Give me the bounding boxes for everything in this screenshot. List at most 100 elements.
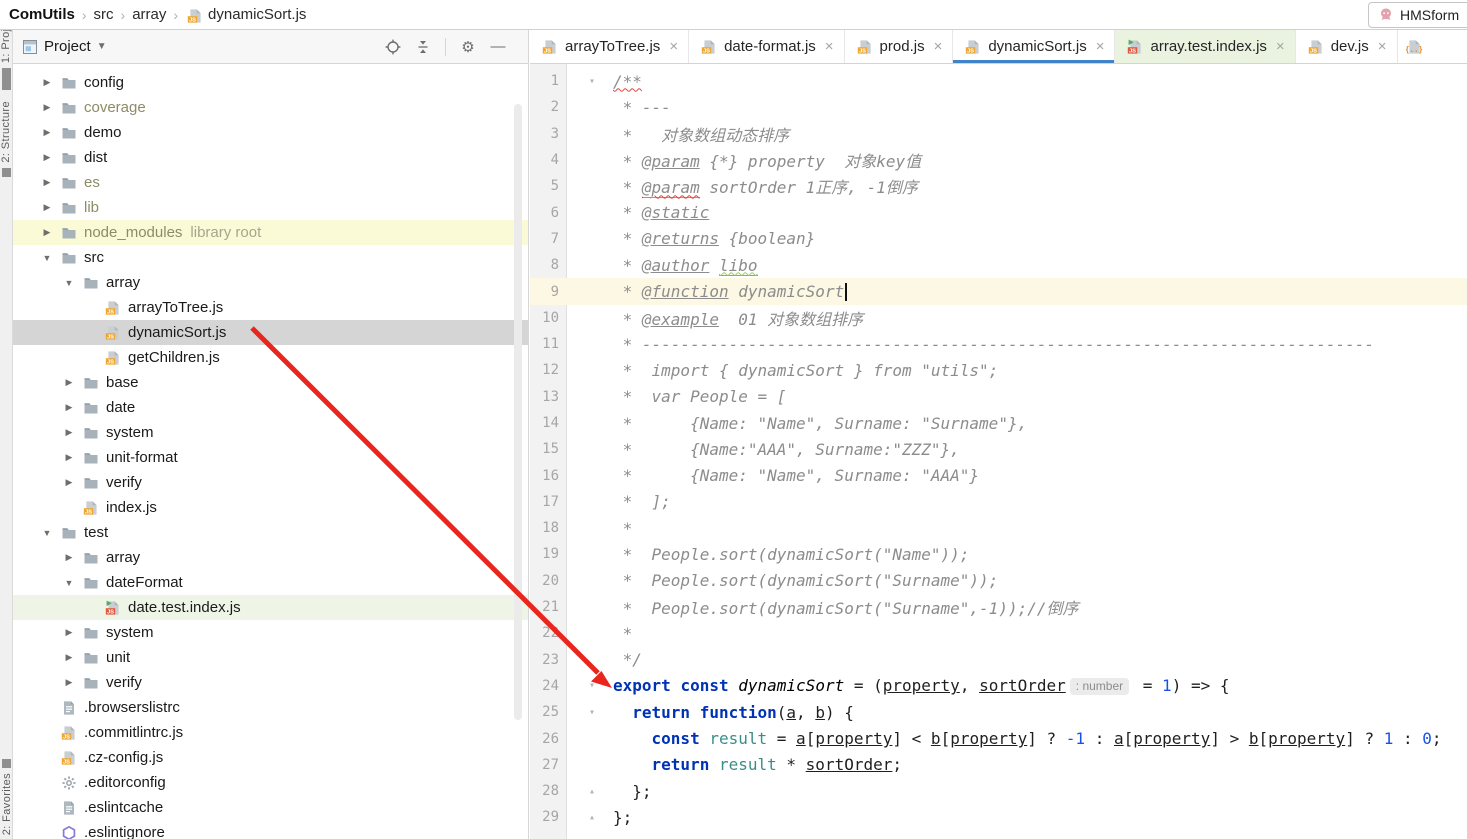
tree-item-config[interactable]: ▶config	[13, 70, 529, 95]
tree-item-.cz-config.js[interactable]: JS.cz-config.js	[13, 745, 529, 770]
tree-item-.commitlintrc.js[interactable]: JS.commitlintrc.js	[13, 720, 529, 745]
tree-item-test[interactable]: ▼test	[13, 520, 529, 545]
chevron-collapsed-icon[interactable]: ▶	[61, 402, 77, 413]
code-line-5[interactable]: 5 * @param sortOrder 1正序, -1倒序	[530, 173, 1467, 199]
chevron-collapsed-icon[interactable]: ▶	[61, 427, 77, 438]
code-line-17[interactable]: 17 * ];	[530, 489, 1467, 515]
tree-item-index.js[interactable]: JSindex.js	[13, 495, 529, 520]
code-line-27[interactable]: 27 return result * sortOrder;	[530, 752, 1467, 778]
tree-item-coverage[interactable]: ▶coverage	[13, 95, 529, 120]
code-line-26[interactable]: 26 const result = a[property] < b[proper…	[530, 725, 1467, 751]
code-line-25[interactable]: 25▾ return function(a, b) {	[530, 699, 1467, 725]
tree-item-date[interactable]: ▶date	[13, 395, 529, 420]
chevron-collapsed-icon[interactable]: ▶	[39, 227, 55, 238]
tab-partial[interactable]: {..}	[1398, 30, 1424, 63]
code-line-22[interactable]: 22 *	[530, 620, 1467, 646]
hide-panel-icon[interactable]: —	[490, 39, 506, 55]
tree-item-array[interactable]: ▼array	[13, 270, 529, 295]
close-tab-icon[interactable]: ×	[1096, 38, 1105, 55]
breadcrumb-array[interactable]: array	[132, 6, 166, 23]
tree-item-unit[interactable]: ▶unit	[13, 645, 529, 670]
chevron-expanded-icon[interactable]: ▼	[39, 253, 55, 263]
code-line-3[interactable]: 3 * 对象数组动态排序	[530, 121, 1467, 147]
tree-item-base[interactable]: ▶base	[13, 370, 529, 395]
breadcrumb-project[interactable]: ComUtils	[9, 6, 75, 23]
tree-item-verify[interactable]: ▶verify	[13, 670, 529, 695]
tree-item-.eslintignore[interactable]: .eslintignore	[13, 820, 529, 839]
stripe-structure-button[interactable]: 2: Structure	[0, 101, 12, 182]
tree-item-.editorconfig[interactable]: .editorconfig	[13, 770, 529, 795]
tree-item-lib[interactable]: ▶lib	[13, 195, 529, 220]
close-tab-icon[interactable]: ×	[1378, 38, 1387, 55]
code-line-23[interactable]: 23 */	[530, 647, 1467, 673]
settings-gear-icon[interactable]: ⚙	[460, 39, 476, 55]
code-line-8[interactable]: 8 * @author libo	[530, 252, 1467, 278]
code-line-20[interactable]: 20 * People.sort(dynamicSort("Surname"))…	[530, 568, 1467, 594]
chevron-collapsed-icon[interactable]: ▶	[61, 552, 77, 563]
tree-item-dist[interactable]: ▶dist	[13, 145, 529, 170]
tree-item-system[interactable]: ▶system	[13, 420, 529, 445]
code-line-1[interactable]: 1▾/**	[530, 68, 1467, 94]
chevron-collapsed-icon[interactable]: ▶	[39, 202, 55, 213]
close-tab-icon[interactable]: ×	[1276, 38, 1285, 55]
tree-item-.browserslistrc[interactable]: .browserslistrc	[13, 695, 529, 720]
chevron-collapsed-icon[interactable]: ▶	[39, 127, 55, 138]
close-tab-icon[interactable]: ×	[825, 38, 834, 55]
tree-item-es[interactable]: ▶es	[13, 170, 529, 195]
code-line-6[interactable]: 6 * @static	[530, 199, 1467, 225]
code-line-28[interactable]: 28▴ };	[530, 778, 1467, 804]
chevron-collapsed-icon[interactable]: ▶	[61, 452, 77, 463]
tab-dev.js[interactable]: JSdev.js×	[1296, 30, 1398, 63]
code-line-10[interactable]: 10 * @example 01 对象数组排序	[530, 305, 1467, 331]
breadcrumb-src[interactable]: src	[94, 6, 114, 23]
chevron-collapsed-icon[interactable]: ▶	[61, 627, 77, 638]
code-line-7[interactable]: 7 * @returns {boolean}	[530, 226, 1467, 252]
fold-marker-icon[interactable]: ▴	[567, 786, 613, 797]
project-tree-scrollbar[interactable]	[514, 104, 522, 720]
chevron-collapsed-icon[interactable]: ▶	[39, 152, 55, 163]
chevron-down-icon[interactable]: ▼	[97, 41, 107, 52]
code-line-2[interactable]: 2 * ---	[530, 94, 1467, 120]
tree-item-.eslintcache[interactable]: .eslintcache	[13, 795, 529, 820]
tree-item-array[interactable]: ▶array	[13, 545, 529, 570]
tree-item-date.test.index.js[interactable]: JSdate.test.index.js	[13, 595, 529, 620]
tree-item-getChildren.js[interactable]: JSgetChildren.js	[13, 345, 529, 370]
tree-item-system[interactable]: ▶system	[13, 620, 529, 645]
tree-item-dynamicSort.js[interactable]: JSdynamicSort.js	[13, 320, 529, 345]
tree-item-src[interactable]: ▼src	[13, 245, 529, 270]
fold-marker-icon[interactable]: ▴	[567, 812, 613, 823]
tab-date-format.js[interactable]: JSdate-format.js×	[689, 30, 844, 63]
tree-item-dateFormat[interactable]: ▼dateFormat	[13, 570, 529, 595]
chevron-collapsed-icon[interactable]: ▶	[61, 677, 77, 688]
tree-item-unit-format[interactable]: ▶unit-format	[13, 445, 529, 470]
code-line-29[interactable]: 29▴};	[530, 804, 1467, 830]
code-line-11[interactable]: 11 * -----------------------------------…	[530, 331, 1467, 357]
tree-item-verify[interactable]: ▶verify	[13, 470, 529, 495]
tab-arrayToTree.js[interactable]: JSarrayToTree.js×	[530, 30, 689, 63]
chevron-collapsed-icon[interactable]: ▶	[61, 652, 77, 663]
chevron-collapsed-icon[interactable]: ▶	[39, 77, 55, 88]
breadcrumb-file[interactable]: dynamicSort.js	[208, 6, 306, 23]
code-line-19[interactable]: 19 * People.sort(dynamicSort("Name"));	[530, 541, 1467, 567]
code-line-9[interactable]: 9 * @function dynamicSort	[530, 278, 1467, 304]
close-tab-icon[interactable]: ×	[934, 38, 943, 55]
close-tab-icon[interactable]: ×	[669, 38, 678, 55]
locate-file-icon[interactable]	[385, 39, 401, 55]
code-editor[interactable]: 1▾/**2 * ---3 * 对象数组动态排序4 * @param {*} p…	[530, 64, 1467, 839]
fold-marker-icon[interactable]: ▾	[567, 707, 613, 718]
chevron-collapsed-icon[interactable]: ▶	[61, 377, 77, 388]
fold-marker-icon[interactable]: ▾	[567, 680, 613, 691]
collapse-all-icon[interactable]	[415, 39, 431, 55]
fold-marker-icon[interactable]: ▾	[567, 76, 613, 87]
chevron-expanded-icon[interactable]: ▼	[61, 278, 77, 288]
code-line-13[interactable]: 13 * var People = [	[530, 384, 1467, 410]
chevron-collapsed-icon[interactable]: ▶	[39, 102, 55, 113]
tree-item-demo[interactable]: ▶demo	[13, 120, 529, 145]
tree-item-node_modules[interactable]: ▶node_moduleslibrary root	[13, 220, 529, 245]
chevron-collapsed-icon[interactable]: ▶	[61, 477, 77, 488]
stripe-project-button[interactable]: 1: Proje	[0, 30, 12, 95]
chevron-expanded-icon[interactable]: ▼	[39, 528, 55, 538]
code-line-21[interactable]: 21 * People.sort(dynamicSort("Surname",-…	[530, 594, 1467, 620]
tab-dynamicSort.js[interactable]: JSdynamicSort.js×	[953, 30, 1115, 63]
project-panel-title[interactable]: Project	[44, 38, 91, 55]
